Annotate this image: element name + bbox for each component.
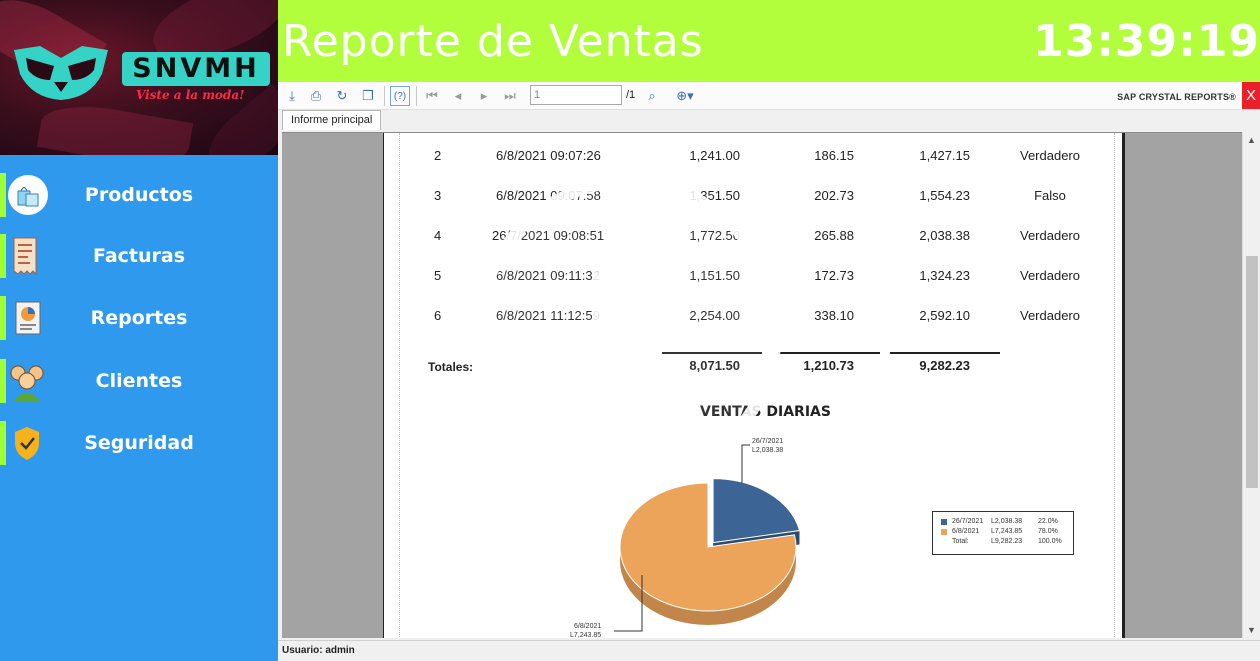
totals-underline	[890, 352, 1000, 354]
owl-logo-icon	[14, 46, 108, 100]
copy-icon[interactable]: ❐	[358, 86, 378, 106]
table-row: 2 6/8/2021 09:07:26 1,241.00 186.15 1,42…	[400, 148, 1116, 168]
invoice-paid: Verdadero	[1020, 148, 1080, 163]
chart-legend: 26/7/2021 L2,038.38 22.0% 6/8/2021 L7,24…	[932, 511, 1074, 555]
help-icon[interactable]: (?)	[390, 86, 410, 106]
sidebar-item-label: Productos	[84, 184, 194, 206]
zoom-icon[interactable]: ⊕▾	[670, 86, 700, 106]
brand-logo: SNVMH Viste a la moda!	[0, 0, 278, 155]
sidebar-item-seguridad[interactable]: Seguridad	[0, 421, 278, 467]
legend-item: 26/7/2021 L2,038.38 22.0%	[941, 518, 1071, 528]
sidebar-item-productos[interactable]: Productos	[0, 173, 278, 219]
invoice-total: 1,427.15	[919, 148, 970, 163]
sidebar-item-label: Seguridad	[84, 432, 194, 454]
invoice-total: 2,592.10	[919, 308, 970, 323]
invoice-total: 1,554.23	[919, 188, 970, 203]
users-icon	[10, 365, 44, 401]
status-bar: Usuario: admin	[278, 640, 1260, 661]
report-icon	[15, 301, 41, 335]
vertical-scrollbar[interactable]: ▲ ▼	[1242, 132, 1260, 638]
legend-date: Total:	[952, 538, 969, 545]
invoice-number: 6	[434, 308, 442, 323]
legend-value: L7,243.85	[991, 528, 1023, 535]
find-icon[interactable]: ⌕	[642, 86, 662, 106]
refresh-icon[interactable]: ↻	[332, 86, 352, 106]
play-icon[interactable]	[468, 170, 788, 490]
page-number-input[interactable]: 1	[530, 85, 622, 105]
totals-label: Totales:	[428, 360, 474, 374]
pie-label-date: 6/8/2021	[574, 623, 601, 630]
invoice-paid: Verdadero	[1020, 308, 1080, 323]
first-page-icon[interactable]: ⏮	[422, 86, 442, 106]
scroll-down-icon[interactable]: ▼	[1247, 625, 1256, 635]
pie-label-value: L7,243.85	[570, 632, 601, 638]
next-page-icon[interactable]: ▸	[474, 86, 494, 106]
legend-percent: 100.0%	[1038, 538, 1062, 545]
clock: 13:39:19	[1033, 16, 1260, 67]
legend-percent: 22.0%	[1038, 518, 1058, 525]
invoice-paid: Verdadero	[1020, 228, 1080, 243]
scroll-up-icon[interactable]: ▲	[1247, 135, 1256, 145]
sidebar-item-clientes[interactable]: Clientes	[0, 359, 278, 405]
page-title: Reporte de Ventas	[282, 16, 704, 67]
invoice-subtotal: 1,241.00	[689, 148, 740, 163]
legend-percent: 78.0%	[1038, 528, 1058, 535]
legend-swatch	[941, 519, 947, 525]
prev-page-icon[interactable]: ◂	[448, 86, 468, 106]
legend-value: L2,038.38	[991, 518, 1023, 525]
invoice-tax: 186.15	[814, 148, 854, 163]
invoice-paid: Falso	[1034, 188, 1066, 203]
viewer-toolbar: ⤓ ⎙ ↻ ❐ (?) ⏮ ◂ ▸ ⏭ 1 /1 ⌕ ⊕▾ SAP CRYSTA…	[278, 82, 1260, 110]
legend-value: L9,282.23	[991, 538, 1023, 545]
legend-item: 6/8/2021 L7,243.85 78.0%	[941, 528, 1071, 538]
tab-informe-principal[interactable]: Informe principal	[282, 110, 382, 130]
totals-underline	[778, 352, 880, 354]
legend-swatch	[941, 529, 947, 535]
invoice-date: 6/8/2021 09:07:26	[496, 148, 601, 163]
brand-name: SNVMH	[122, 52, 270, 86]
export-icon[interactable]: ⤓	[282, 86, 302, 106]
invoice-paid: Verdadero	[1020, 268, 1080, 283]
sidebar-item-label: Clientes	[95, 370, 183, 392]
print-icon[interactable]: ⎙	[306, 86, 326, 106]
sidebar-item-label: Reportes	[90, 307, 188, 329]
invoice-number: 4	[434, 228, 442, 243]
legend-date: 6/8/2021	[952, 528, 980, 535]
shopping-bags-icon	[8, 175, 48, 215]
last-page-icon[interactable]: ⏭	[500, 86, 520, 106]
scroll-thumb[interactable]	[1246, 256, 1258, 488]
page-total: /1	[626, 89, 636, 101]
crystal-reports-brand: SAP CRYSTAL REPORTS®	[1117, 92, 1236, 102]
invoice-total: 2,038.38	[919, 228, 970, 243]
sidebar-item-reportes[interactable]: Reportes	[0, 296, 278, 342]
sidebar: SNVMH Viste a la moda! Productos Factura…	[0, 0, 278, 661]
brand-tagline: Viste a la moda!	[136, 88, 245, 102]
invoice-icon	[13, 237, 37, 276]
invoice-number: 3	[434, 188, 442, 203]
legend-item: Total: L9,282.23 100.0%	[941, 538, 1071, 548]
invoice-number: 5	[434, 268, 442, 283]
shield-check-icon	[15, 427, 39, 460]
legend-date: 26/7/2021	[952, 518, 984, 525]
invoice-total: 1,324.23	[919, 268, 970, 283]
sidebar-item-facturas[interactable]: Facturas	[0, 234, 278, 280]
invoice-number: 2	[434, 148, 442, 163]
header: Reporte de Ventas 13:39:19	[278, 0, 1260, 82]
close-button[interactable]: X	[1242, 82, 1260, 109]
totals-total: 9,282.23	[919, 358, 970, 373]
sidebar-item-label: Facturas	[92, 245, 186, 267]
